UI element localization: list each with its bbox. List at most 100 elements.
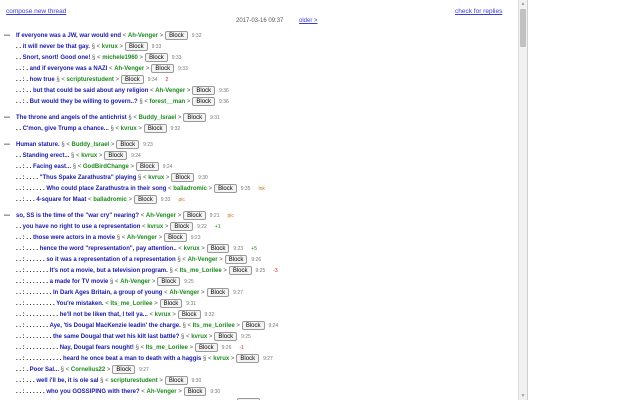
post-title-link[interactable]: Nay, Dougal fears nought! [60,345,134,351]
author-link[interactable]: Ah-Venger [120,279,150,285]
check-for-replies-link[interactable]: check for replies [455,8,502,15]
block-button[interactable]: Block [157,277,181,286]
author-link[interactable]: Buddy_Israel [72,142,110,148]
block-button[interactable]: Block [170,222,194,231]
vertical-scrollbar[interactable]: ▲ ▼ [518,0,527,400]
author-link[interactable]: kvrux [102,44,118,50]
block-button[interactable]: Block [165,31,188,40]
block-button[interactable]: Block [228,266,252,275]
author-link[interactable]: Its_me_Lorilee [180,268,222,274]
author-link[interactable]: kvrux [213,356,229,362]
scroll-up-arrow-icon[interactable]: ▲ [519,0,527,8]
post-title-link[interactable]: Snort, snort! Good one! [23,55,91,61]
block-button[interactable]: Block [171,173,195,182]
post-title-link[interactable]: You're mistaken. [56,301,103,307]
author-link[interactable]: kvrux [148,175,164,181]
post-title-link[interactable]: It's not a movie, but a television progr… [50,268,168,274]
block-button[interactable]: Block [124,42,148,51]
author-link[interactable]: Its_me_Lorilee [146,345,188,351]
post-title-link[interactable]: so, SS is the time of the "war cry" near… [16,213,139,219]
block-button[interactable]: Block [159,299,183,308]
post-title-link[interactable]: Standing erect... [23,153,70,159]
block-button[interactable]: Block [192,97,216,106]
scroll-down-arrow-icon[interactable]: ▼ [519,392,527,400]
block-button[interactable]: Block [183,387,207,396]
author-link[interactable]: Ah-Venger [146,213,176,219]
older-link[interactable]: older > [299,18,318,24]
block-button[interactable]: Block [236,354,260,363]
block-button[interactable]: Block [112,365,136,374]
post-title-link[interactable]: 4-square for Maat [36,197,86,203]
author-link[interactable]: kvrux [191,334,207,340]
post-title-link[interactable]: but that could be said about any religio… [33,88,148,94]
block-button[interactable]: Block [143,124,167,133]
block-button[interactable]: Block [121,75,144,84]
block-button[interactable]: Block [164,233,187,242]
author-link[interactable]: kvrux [81,153,97,159]
block-button[interactable]: Block [206,244,230,253]
author-link[interactable]: Its_me_Lorilee [110,301,152,307]
post-title-link[interactable]: well i'll be, it is ole sal [36,378,98,384]
block-button[interactable]: Block [116,140,140,149]
compose-new-thread-link[interactable]: compose new thread [6,8,66,15]
author-link[interactable]: kvrux [147,224,163,230]
author-link[interactable]: kvrux [155,312,171,318]
author-link[interactable]: kvrux [184,246,200,252]
post-title-link[interactable]: The throne and angels of the antichrist [16,115,127,121]
post-title-link[interactable]: If everyone was a JW, war would end [16,33,121,39]
block-button[interactable]: Block [214,184,237,193]
post-title-link[interactable]: the same Dougal that wet his kilt last b… [53,334,179,340]
author-link[interactable]: Ah-Venger [128,33,158,39]
block-button[interactable]: Block [164,376,188,385]
block-button[interactable]: Block [224,255,248,264]
author-link[interactable]: scripturestudent [110,378,157,384]
post-title-link[interactable]: But would they be willing to govern..? [30,99,138,105]
author-link[interactable]: GodBirdChange [83,164,129,170]
post-title-link[interactable]: Human stature. [16,142,60,148]
author-link[interactable]: Ah-Venger [155,88,185,94]
block-button[interactable]: Block [145,53,168,62]
post-title-link[interactable]: he'll not be liken that, I tell ya... [60,312,148,318]
author-link[interactable]: Cornelius22 [71,367,105,373]
author-link[interactable]: Ah-Venger [127,235,157,241]
author-link[interactable]: scripturestudent [67,77,114,83]
block-button[interactable]: Block [134,195,157,204]
post-title-link[interactable]: Who could place Zarathustra in their son… [46,186,166,192]
author-link[interactable]: Its_me_Lorilee [193,323,235,329]
author-link[interactable]: kvrux [121,126,137,132]
scrollbar-thumb[interactable] [520,9,526,47]
post-title-link[interactable]: In Dark Ages Britain, a group of young [53,290,162,296]
post-title-link[interactable]: those were actors in a movie [33,235,115,241]
author-link[interactable]: forest__man [150,99,186,105]
post-title-link[interactable]: Aye, 'tis Dougal MacKenzie leadin' the c… [49,323,180,329]
block-button[interactable]: Block [241,321,265,330]
block-button[interactable]: Block [206,288,230,297]
author-link[interactable]: balladromic [173,186,207,192]
post-title-link[interactable]: Facing east... [33,164,71,170]
post-title-link[interactable]: and if everyone was a NAZI [30,66,108,72]
author-link[interactable]: michele1960 [102,55,138,61]
post-title-link[interactable]: heard he once beat a man to death with a… [63,356,201,362]
block-button[interactable]: Block [177,310,201,319]
author-link[interactable]: Ah-Venger [114,66,144,72]
block-button[interactable]: Block [192,86,216,95]
author-link[interactable]: balladromic [93,197,127,203]
post-title-link[interactable]: so it was a representation of a represen… [46,257,175,263]
post-title-link[interactable]: how true [30,77,55,83]
post-title-link[interactable]: hence the word "representation", pay att… [40,246,177,252]
block-button[interactable]: Block [183,211,206,220]
post-title-link[interactable]: Poor Sal... [30,367,59,373]
post-title-link[interactable]: you have no right to use a representatio… [23,224,141,230]
post-title-link[interactable]: C'mon, give Trump a chance... [23,126,109,132]
post-title-link[interactable]: it will never be that gay. [23,44,90,50]
block-button[interactable]: Block [214,332,238,341]
block-button[interactable]: Block [104,151,128,160]
author-link[interactable]: Ah-Venger [147,389,177,395]
block-button[interactable]: Block [136,162,159,171]
author-link[interactable]: Ah-Venger [169,290,199,296]
author-link[interactable]: Buddy_Israel [139,115,177,121]
post-title-link[interactable]: "Thus Spake Zarathustra" playing [40,175,137,181]
post-title-link[interactable]: a made for TV movie [50,279,109,285]
block-button[interactable]: Block [151,64,175,73]
block-button[interactable]: Block [194,343,218,352]
